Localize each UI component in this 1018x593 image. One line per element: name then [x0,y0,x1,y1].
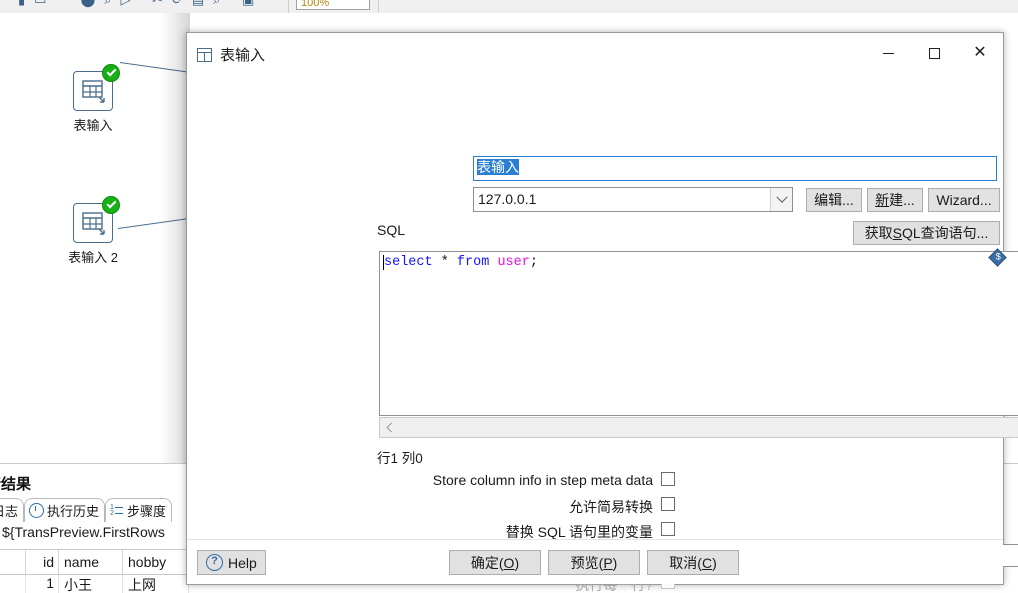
close-icon: ✕ [973,44,987,61]
sql-star: * [432,255,457,270]
list-numbered-icon: 1 2 [110,504,124,517]
ok-button[interactable]: 确定(O) [449,550,541,575]
dialog-title: 表输入 [220,47,266,64]
tab-log-label: 日志 [0,504,19,519]
allow-lazy-conversion-label: 允许简易转换 [569,499,653,515]
cursor-position-status: 行1 列0 [377,451,423,466]
minimize-button[interactable] [865,33,911,73]
get-sql-statement-button[interactable]: 获取 S QL查询语句... [853,221,1000,245]
sql-semicolon: ; [529,255,538,270]
store-column-info-label: Store column info in step meta data [432,472,653,488]
table-input-dialog: 表输入 ✕ 步骤名称 表输入 数据库连接 127.0.0.1 编辑... 新建.… [186,32,1018,593]
new-connection-button[interactable]: 新建... [867,188,923,212]
preview-post: ) [612,554,618,571]
dialog-button-bar: ? Help 确定(O) 预览(P) 取消(C) [187,539,1003,584]
tab-step-metrics-label: 步骤度 [127,504,167,519]
sql-label: SQL [377,222,406,238]
help-label: Help [228,554,257,571]
step-name-value: 表输入 [477,159,519,175]
maximize-button[interactable] [911,33,957,73]
edit-connection-button[interactable]: 编辑... [806,188,862,212]
grid-col-id[interactable]: id [26,550,59,574]
replace-variables-checkbox[interactable] [661,522,675,536]
get-sql-mnemonic: S [892,225,902,241]
preview-button[interactable]: 预览(P) [548,550,640,575]
zoom-level-input[interactable]: 100% [296,0,370,10]
sql-kw-from: from [456,255,490,270]
close-button[interactable]: ✕ [957,33,1003,73]
sql-table-name: user [497,255,530,270]
store-column-info-checkbox[interactable] [661,472,675,486]
new-connection-mnemonic: 新 [875,192,890,208]
wizard-button[interactable]: Wizard... [928,188,1000,212]
results-grid-header: id name hobby [0,549,190,575]
sql-scroll-left-button[interactable] [380,418,397,437]
grid-cell-id: 1 [26,575,59,593]
help-button[interactable]: ? Help [197,550,266,575]
cancel-mnemonic: C [701,554,713,571]
preview-dataset-label: ${TransPreview.FirstRows [2,524,165,540]
toolbar-separator [288,0,289,13]
dialog-titlebar[interactable]: 表输入 ✕ [187,33,1003,76]
help-icon: ? [206,554,223,571]
canvas-step-2-label: 表输入 2 [68,250,118,265]
results-grid-row[interactable]: 1 小王 上网 [0,575,190,593]
grid-col-name[interactable]: name [59,550,123,574]
grid-col-hobby[interactable]: hobby [123,550,189,574]
tab-log[interactable]: 日志 [0,498,25,522]
table-input-icon-2[interactable] [73,196,120,243]
window-buttons[interactable]: ✕ [865,33,1003,73]
results-grid[interactable]: id name hobby 1 小王 上网 [0,549,190,593]
toolbar-icon-group[interactable]: ▮▭ ⬤⌕▷ ✂⟳▤⌕ ▣ [18,0,263,8]
tab-step-metrics[interactable]: 1 2 步骤度 [105,498,173,522]
connection-value: 127.0.0.1 [478,191,537,207]
preview-pre: 预览( [570,554,604,571]
tab-execution-history-label: 执行历史 [47,504,100,519]
ok-mnemonic: O [503,554,515,571]
app-toolbar[interactable]: ▮▭ ⬤⌕▷ ✂⟳▤⌕ ▣ 100% [0,0,1018,14]
grid-col-rownum[interactable] [0,550,26,574]
canvas-step-1[interactable]: 表输入 [63,64,123,134]
sql-editor[interactable]: select * from user; [379,251,1018,416]
grid-cell-hobby: 上网 [123,575,189,593]
results-tab-bar[interactable]: 日志 执行历史 1 2 步骤度 [0,498,173,522]
toolbar-separator-2 [378,0,379,13]
get-sql-pre: 获取 [864,225,893,241]
step-status-ok-icon [102,64,120,82]
cancel-button[interactable]: 取消(C) [647,550,739,575]
tab-execution-history[interactable]: 执行历史 [24,498,106,522]
step-status-ok-icon-2 [102,196,120,214]
sql-kw-select: select [384,255,433,270]
table-input-icon[interactable] [73,64,120,111]
sql-horizontal-scrollbar[interactable] [379,417,1018,438]
get-sql-post: QL查询语句... [901,225,989,241]
table-input-icon-title [197,47,212,62]
clock-icon [29,503,45,518]
allow-lazy-conversion-checkbox[interactable] [661,497,675,511]
preview-dataset-row[interactable]: ${TransPreview.FirstRows [0,524,165,540]
minimize-icon [882,52,894,54]
ok-post: ) [514,554,520,571]
preview-mnemonic: P [603,554,613,571]
cancel-pre: 取消( [669,554,702,571]
canvas-step-1-label: 表输入 [73,118,113,133]
ok-pre: 确定( [470,554,504,571]
canvas-step-2[interactable]: 表输入 2 [63,196,123,266]
execution-results-title: 行结果 [0,476,32,493]
cancel-post: ) [712,554,717,571]
maximize-icon [928,47,940,59]
sql-text: select * from user; [384,255,538,270]
grid-cell-name: 小王 [59,575,123,593]
step-name-input[interactable]: 表输入 [473,156,997,181]
chevron-down-icon[interactable] [770,188,792,211]
connection-combo[interactable]: 127.0.0.1 [473,187,793,212]
